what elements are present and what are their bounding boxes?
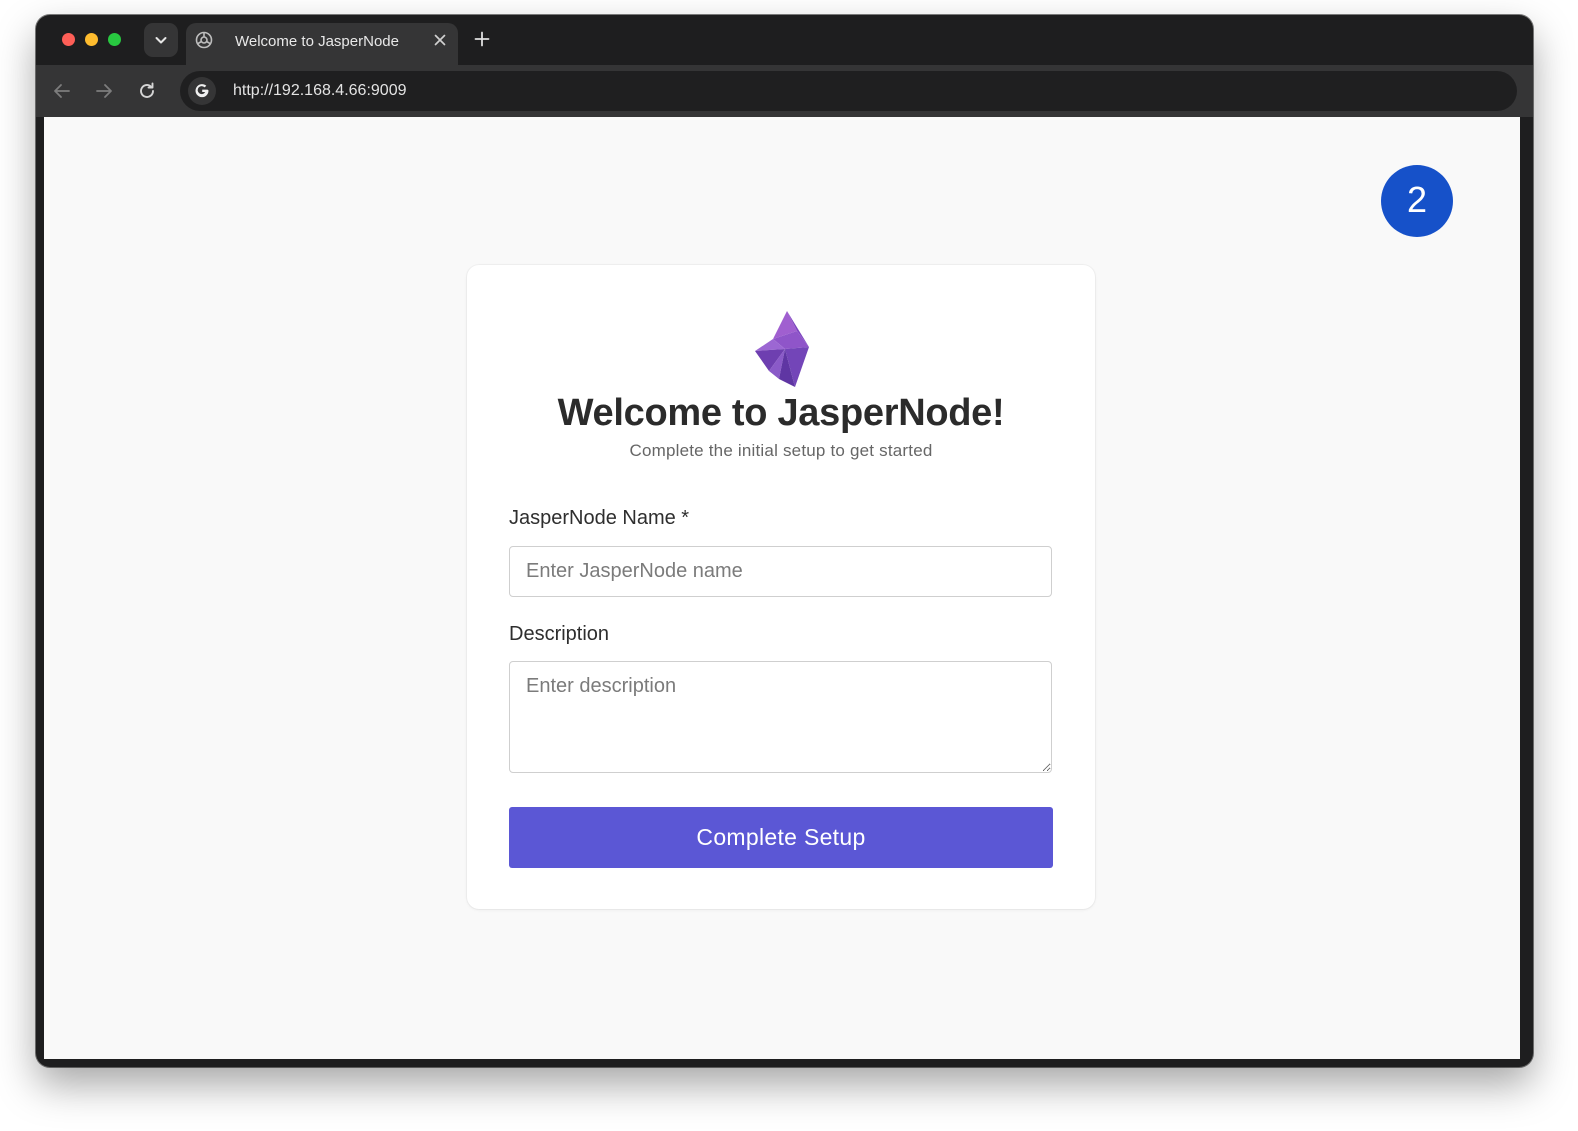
close-icon[interactable] — [431, 31, 449, 49]
description-label: Description — [509, 623, 610, 645]
minimize-window-button[interactable] — [85, 33, 98, 46]
google-g-icon — [195, 84, 209, 98]
arrow-left-icon[interactable] — [50, 79, 74, 103]
globe-icon — [195, 31, 213, 49]
complete-setup-button[interactable]: Complete Setup — [509, 807, 1053, 868]
title-bar: Welcome to JasperNode — [36, 15, 1533, 65]
chevron-down-icon — [155, 37, 167, 44]
url-text: http://192.168.4.66:9009 — [233, 82, 407, 99]
arrow-right-icon[interactable] — [92, 79, 116, 103]
name-label: JasperNode Name * — [509, 507, 690, 529]
description-textarea[interactable] — [509, 661, 1052, 773]
browser-window: Welcome to JasperNode http://192.168.4.6… — [36, 15, 1533, 1067]
jaspernode-name-input[interactable] — [509, 546, 1052, 597]
tab-title: Welcome to JasperNode — [235, 33, 399, 50]
setup-card: Welcome to JasperNode! Complete the init… — [467, 265, 1095, 909]
tab-active[interactable]: Welcome to JasperNode — [186, 23, 458, 65]
reload-icon[interactable] — [135, 79, 159, 103]
close-window-button[interactable] — [62, 33, 75, 46]
page-subtitle: Complete the initial setup to get starte… — [629, 441, 933, 460]
step-badge: 2 — [1381, 165, 1453, 237]
page-title: Welcome to JasperNode! — [557, 392, 1005, 434]
page-viewport: 2 Welcome to JasperNode! Complete the in… — [44, 117, 1520, 1059]
address-bar[interactable]: http://192.168.4.66:9009 — [180, 71, 1517, 111]
browser-toolbar: http://192.168.4.66:9009 — [36, 65, 1533, 117]
jaspernode-logo-icon — [755, 311, 809, 387]
plus-icon[interactable] — [472, 29, 492, 49]
site-info-button[interactable] — [188, 77, 216, 105]
tab-search-button[interactable] — [144, 23, 178, 57]
maximize-window-button[interactable] — [108, 33, 121, 46]
